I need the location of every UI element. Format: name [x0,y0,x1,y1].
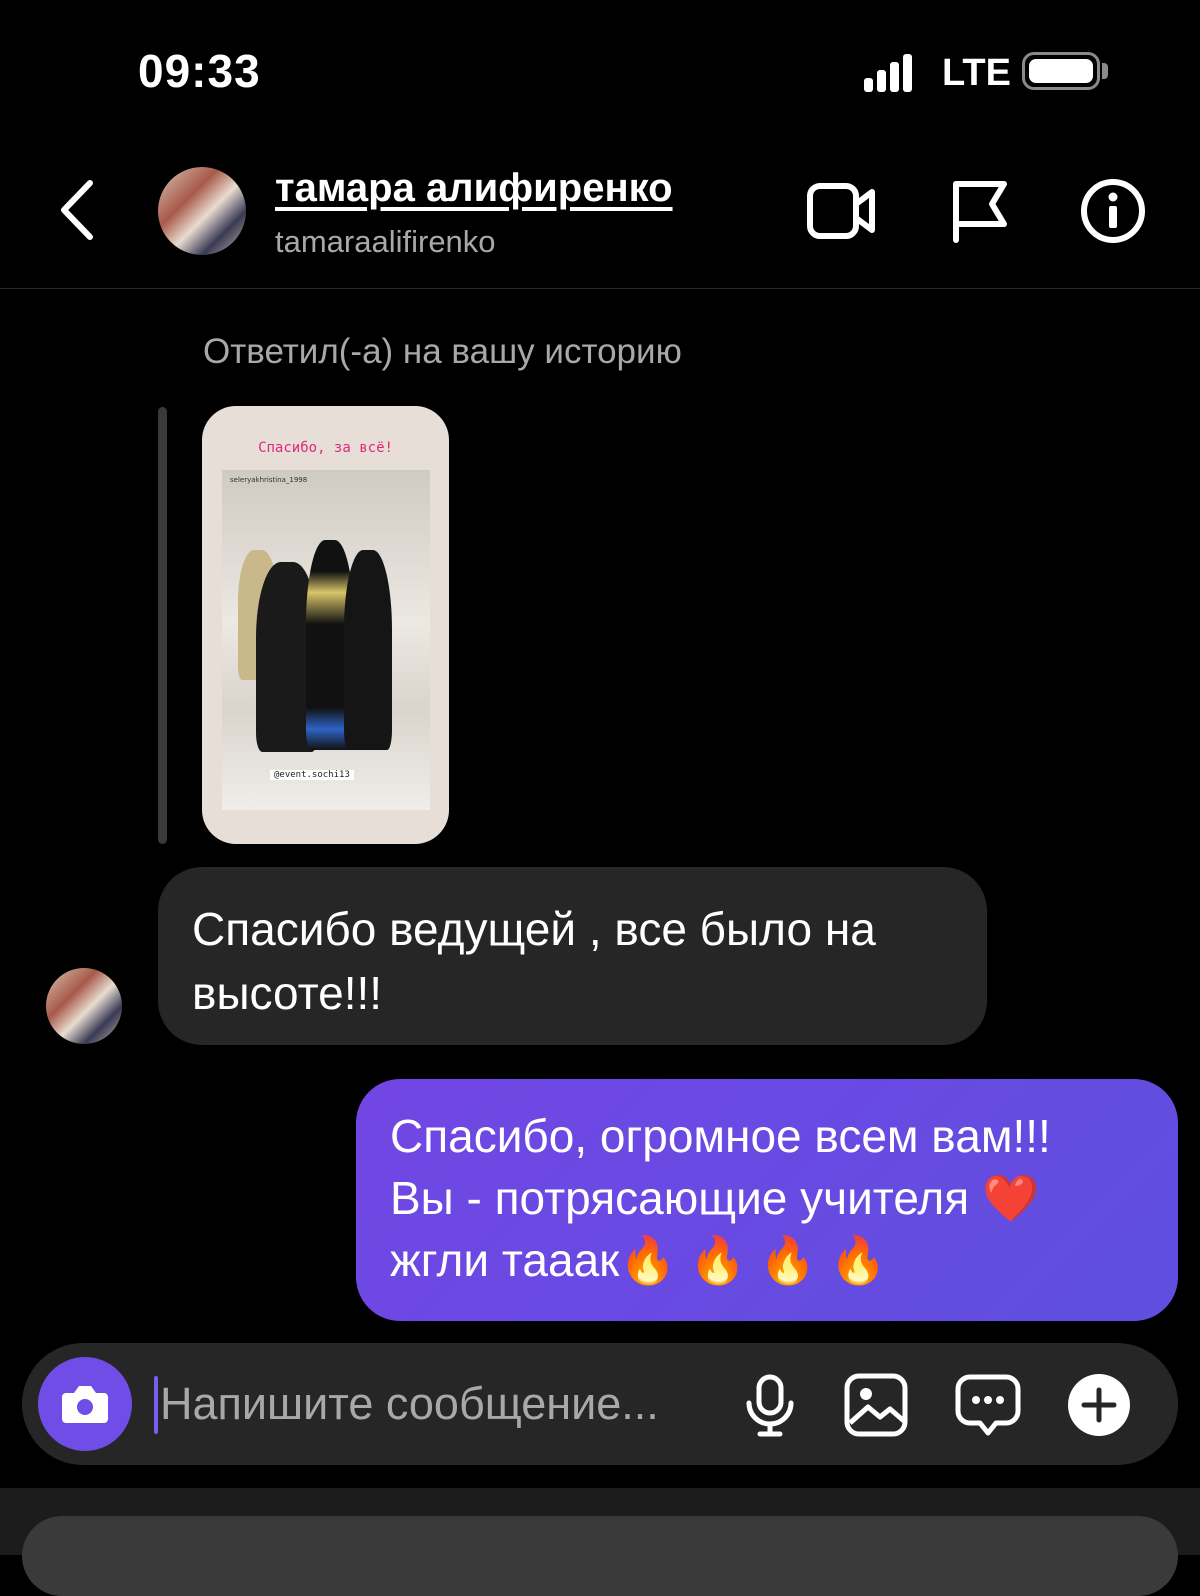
contact-name[interactable]: тамара алифиренко [275,166,673,211]
report-button[interactable] [950,178,1020,244]
story-tag: @event.sochi13 [270,770,354,780]
report-flag-icon [953,181,1007,243]
info-button[interactable] [1078,178,1148,244]
story-preview[interactable]: Спасибо, за всё! seleryakhristina_1998 @… [202,406,449,844]
message-input[interactable] [160,1372,730,1436]
fire-emoji: 🔥 🔥 🔥 🔥 [619,1234,887,1286]
microphone-icon [746,1374,794,1437]
more-actions-button[interactable] [1065,1371,1133,1439]
story-reply-label: Ответил(-а) на вашу историю [203,332,682,371]
sender-avatar[interactable] [46,968,122,1044]
story-photo: seleryakhristina_1998 @event.sochi13 [222,470,430,810]
signal-strength-icon [864,52,914,92]
voice-message-button[interactable] [736,1371,804,1439]
back-button[interactable] [50,175,110,245]
battery-cap [1102,63,1108,79]
info-icon [1081,179,1145,243]
gallery-button[interactable] [842,1371,910,1439]
battery-icon [1022,52,1100,90]
camera-button[interactable] [38,1357,132,1451]
gallery-icon [844,1373,908,1437]
heart-emoji: ❤️ [981,1172,1040,1224]
text-cursor [154,1376,158,1434]
message-line: жгли тааак [390,1234,620,1286]
outgoing-message[interactable]: Спасибо, огромное всем вам!!! Вы - потря… [356,1079,1178,1321]
reply-quote-bar [158,407,167,844]
contact-username: tamaraalifirenko [275,224,496,259]
back-icon [61,180,93,240]
bottom-search-field[interactable] [22,1516,1178,1596]
sticker-chat-button[interactable] [954,1371,1022,1439]
camera-icon [62,1386,108,1423]
contact-avatar[interactable] [158,167,246,255]
status-time: 09:33 [138,45,261,97]
plus-icon [1068,1374,1130,1436]
message-line: Спасибо, огромное всем вам!!! [390,1110,1051,1162]
story-handle: seleryakhristina_1998 [230,476,308,484]
chat-bubble-icon [955,1374,1021,1436]
video-call-button[interactable] [806,178,876,244]
story-title: Спасибо, за всё! [258,440,393,456]
message-line-group: Вы - потрясающие учителя ❤️ [390,1167,1144,1229]
message-line-group: жгли тааак🔥 🔥 🔥 🔥 [390,1229,1144,1291]
message-text: Спасибо ведущей , все было на высоте!!! [192,903,876,1019]
video-call-icon [807,183,875,239]
message-line: Вы - потрясающие учителя [390,1172,970,1224]
network-type: LTE [942,52,1011,94]
incoming-message[interactable]: Спасибо ведущей , все было на высоте!!! [158,867,987,1045]
